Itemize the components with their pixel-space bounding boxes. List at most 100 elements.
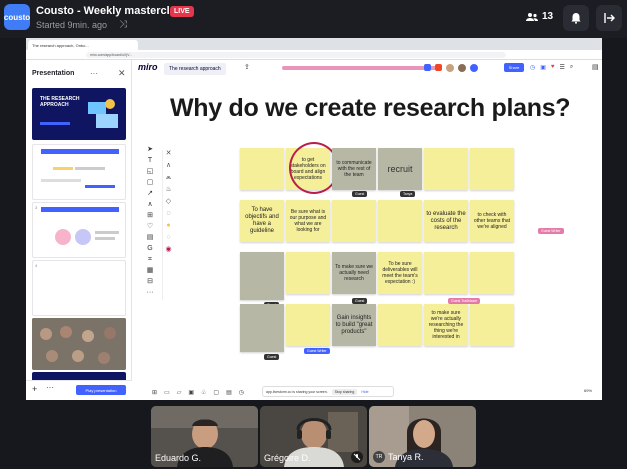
list-icon[interactable]: ☰ — [559, 64, 564, 71]
slide-thumbnail-2[interactable] — [32, 144, 126, 200]
pen-icon[interactable]: ∧ — [166, 162, 171, 170]
reaction-icon[interactable] — [435, 64, 442, 71]
more-options-icon[interactable]: ··· — [90, 69, 98, 78]
stop-sharing-button[interactable]: Stop sharing — [331, 388, 358, 395]
share-button[interactable]: Share — [504, 63, 524, 72]
eraser-icon[interactable]: ◇ — [166, 198, 171, 206]
add-slide-icon[interactable]: + — [32, 384, 37, 394]
sticky-note[interactable] — [240, 304, 284, 352]
comments-icon[interactable]: ▭ — [164, 389, 170, 396]
sticky-note[interactable]: To have objectifs and have a guideline — [240, 200, 284, 242]
sticky-note[interactable]: Be sure what is our purpose and what we … — [286, 200, 330, 242]
app-logo[interactable]: cousto — [4, 4, 30, 30]
url-field[interactable]: miro.com/app/board/uXjV... — [86, 52, 506, 58]
connector-icon[interactable]: ↗ — [147, 190, 153, 198]
timer-icon[interactable]: ◷ — [239, 389, 244, 396]
hide-button[interactable]: Hide — [361, 390, 368, 394]
sticky-note[interactable] — [424, 148, 468, 190]
slide-content — [41, 207, 119, 245]
sticky-note[interactable]: to evaluate the costs of the research — [424, 200, 468, 242]
viewer-count[interactable]: 13 — [526, 11, 553, 22]
participant-tile[interactable]: TR Tanya R. — [369, 406, 476, 467]
avatar[interactable] — [458, 64, 466, 72]
select-icon[interactable]: ➤ — [147, 146, 153, 154]
sidebar-toggle-icon[interactable]: ▤ — [592, 63, 599, 71]
chat-icon[interactable]: ▱ — [177, 389, 182, 396]
sticky-note[interactable] — [424, 252, 468, 294]
sticky-note[interactable] — [286, 252, 330, 294]
color-swatch-icon[interactable]: ● — [166, 222, 170, 230]
screen-icon[interactable]: ▣ — [188, 389, 194, 396]
more-tools-icon[interactable]: ··· — [147, 289, 154, 297]
cursor-tool-icon[interactable] — [424, 64, 431, 71]
sticky-note[interactable]: to check with other teams that we're ali… — [470, 200, 514, 242]
embed-icon[interactable]: ▤ — [147, 234, 154, 242]
participant-tile[interactable]: Grégoire D. — [260, 406, 367, 467]
color-swatch-icon[interactable]: ◉ — [165, 246, 171, 254]
sticky-note[interactable] — [378, 200, 422, 242]
sticky-note[interactable]: to make sure we're actually researching … — [424, 304, 468, 346]
highlighter-icon[interactable]: ♨ — [165, 186, 171, 194]
play-presentation-button[interactable]: Play presentation — [76, 385, 126, 395]
close-icon[interactable]: ✕ — [118, 68, 126, 79]
slide-number: 4 — [35, 263, 38, 268]
screen-sharing-bar: app.livestorm.co is sharing your screen.… — [262, 386, 394, 397]
participant-tile[interactable]: Eduardo G. — [151, 406, 258, 467]
sticky-note[interactable] — [470, 148, 514, 190]
upload-icon[interactable]: ⇪ — [244, 63, 250, 71]
slide-thumbnail-1[interactable]: THE RESEARCH APPROACH — [32, 88, 126, 140]
miro-board[interactable]: miro The research approach ⇪ Share ◷ ▣ ♥… — [132, 60, 602, 400]
sticky-note[interactable] — [332, 200, 376, 242]
sticky-note-icon[interactable]: ◱ — [147, 168, 154, 176]
close-icon[interactable]: ✕ — [166, 150, 172, 158]
avatar[interactable] — [446, 64, 454, 72]
slide-thumbnail-5[interactable] — [32, 318, 126, 370]
sticky-note[interactable]: recruit — [378, 148, 422, 190]
frame-icon[interactable]: ⊞ — [147, 212, 153, 220]
zoom-level[interactable]: 69% — [584, 388, 592, 393]
sticky-note[interactable]: To be sure deliverables will meet the te… — [378, 252, 422, 294]
lasso-icon[interactable]: ◌ — [166, 210, 170, 218]
vote-icon[interactable]: ▣ — [540, 64, 546, 71]
google-icon[interactable]: G — [147, 245, 152, 253]
board-name[interactable]: The research approach — [164, 63, 226, 75]
crop-icon[interactable]: ⌗ — [148, 256, 152, 264]
notes-icon[interactable]: ▤ — [226, 389, 232, 396]
sticky-note[interactable] — [470, 304, 514, 346]
apps-icon[interactable]: ▦ — [147, 267, 154, 275]
color-swatch-icon[interactable]: ○ — [166, 234, 170, 242]
shuffle-icon: ⤨ — [119, 19, 127, 30]
pen-icon[interactable]: ∧ — [147, 201, 152, 209]
sticky-note[interactable] — [378, 304, 422, 346]
sticky-note[interactable] — [240, 148, 284, 190]
marker-icon[interactable]: ⩕ — [166, 174, 172, 182]
like-icon[interactable]: ♧ — [201, 389, 206, 396]
reactions-icon[interactable]: ♥ — [551, 64, 555, 71]
leave-button[interactable] — [596, 5, 622, 31]
miro-logo[interactable]: miro — [138, 62, 158, 72]
shape-icon[interactable]: ▢ — [147, 179, 154, 187]
sticky-note[interactable]: To make sure we actually need research — [332, 252, 376, 294]
card-icon[interactable]: ▢ — [213, 389, 219, 396]
sticky-note[interactable]: to communicate with the rest of the team — [332, 148, 376, 190]
search-icon[interactable]: ⌕ — [570, 64, 573, 71]
timer-icon[interactable]: ◷ — [530, 64, 535, 71]
pen-options: ✕ ∧ ⩕ ♨ ◇ ◌ ● ○ ◉ — [162, 150, 174, 300]
comment-icon[interactable]: ♡ — [147, 223, 153, 231]
frames-icon[interactable]: ⊞ — [152, 389, 157, 396]
grid-icon[interactable]: ⊟ — [147, 278, 153, 286]
sticky-note-grid: to get stakeholders on board and align e… — [240, 142, 564, 392]
sticky-note[interactable] — [240, 252, 284, 300]
notifications-button[interactable] — [563, 5, 589, 31]
sticky-note[interactable]: Gain insights to build "great products" — [332, 304, 376, 346]
slide-thumbnail-3[interactable]: 3 — [32, 202, 126, 258]
text-icon[interactable]: T — [148, 157, 152, 165]
participant-strip: Eduardo G. Grégoire D. TR Tanya R. — [0, 404, 627, 469]
more-icon[interactable]: ··· — [46, 383, 54, 392]
avatar[interactable] — [470, 64, 478, 72]
presentation-panel: Presentation ··· ✕ THE RESEARCH APPROACH… — [26, 60, 132, 400]
sticky-note[interactable] — [286, 304, 330, 346]
sticky-note[interactable] — [470, 252, 514, 294]
browser-tab[interactable]: The research approach, Onbo... — [28, 40, 138, 50]
slide-thumbnail-4[interactable]: 4 — [32, 260, 126, 316]
